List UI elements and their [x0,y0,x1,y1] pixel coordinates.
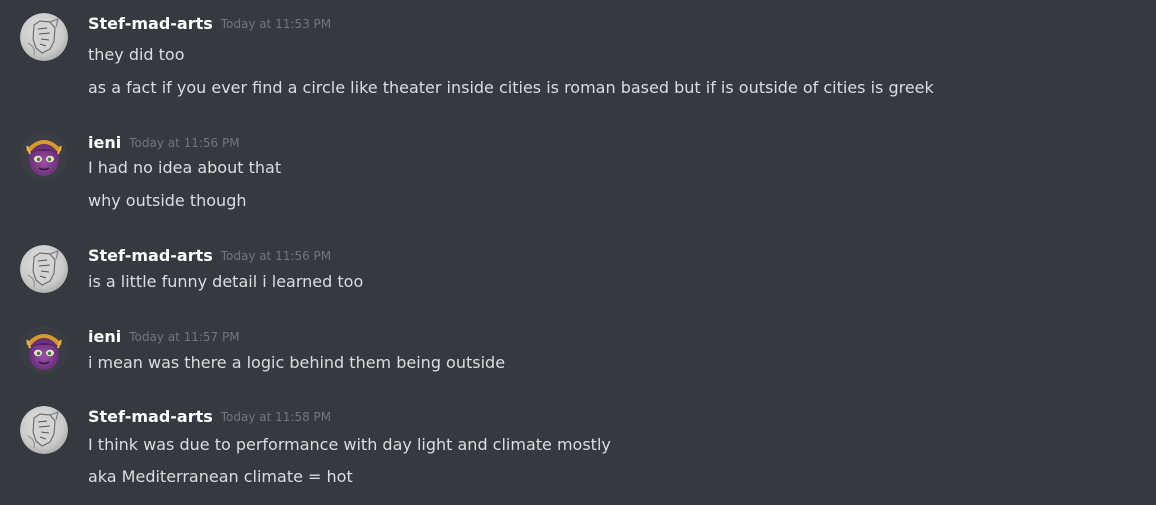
message-header: Stef-mad-arts Today at 11:58 PM [88,406,331,428]
stef-avatar[interactable] [20,406,68,454]
chat-message-list[interactable]: Stef-mad-arts Today at 11:53 PM they did … [0,0,1156,505]
ieni-avatar[interactable] [20,132,68,180]
username[interactable]: ieni [88,327,121,346]
username[interactable]: Stef-mad-arts [88,407,213,426]
message-text: I think was due to performance with day … [88,435,611,454]
message-text: as a fact if you ever find a circle like… [88,78,934,97]
message-text: is a little funny detail i learned too [88,272,364,291]
timestamp[interactable]: Today at 11:53 PM [221,17,331,31]
stef-avatar[interactable] [20,245,68,293]
ieni-avatar[interactable] [20,326,68,374]
timestamp[interactable]: Today at 11:56 PM [221,249,331,263]
message-text: aka Mediterranean climate = hot [88,467,353,486]
timestamp[interactable]: Today at 11:57 PM [129,330,239,344]
username[interactable]: ieni [88,133,121,152]
message-text: i mean was there a logic behind them bei… [88,353,506,372]
message-header: ieni Today at 11:57 PM [88,326,240,348]
message-header: ieni Today at 11:56 PM [88,132,240,154]
username[interactable]: Stef-mad-arts [88,246,213,265]
message-text: they did too [88,45,185,64]
message-text: why outside though [88,191,247,210]
timestamp[interactable]: Today at 11:58 PM [221,410,331,424]
message-text: I had no idea about that [88,158,282,177]
timestamp[interactable]: Today at 11:56 PM [129,136,239,150]
username[interactable]: Stef-mad-arts [88,14,213,33]
message-header: Stef-mad-arts Today at 11:56 PM [88,245,331,267]
stef-avatar[interactable] [20,13,68,61]
message-header: Stef-mad-arts Today at 11:53 PM [88,13,331,35]
